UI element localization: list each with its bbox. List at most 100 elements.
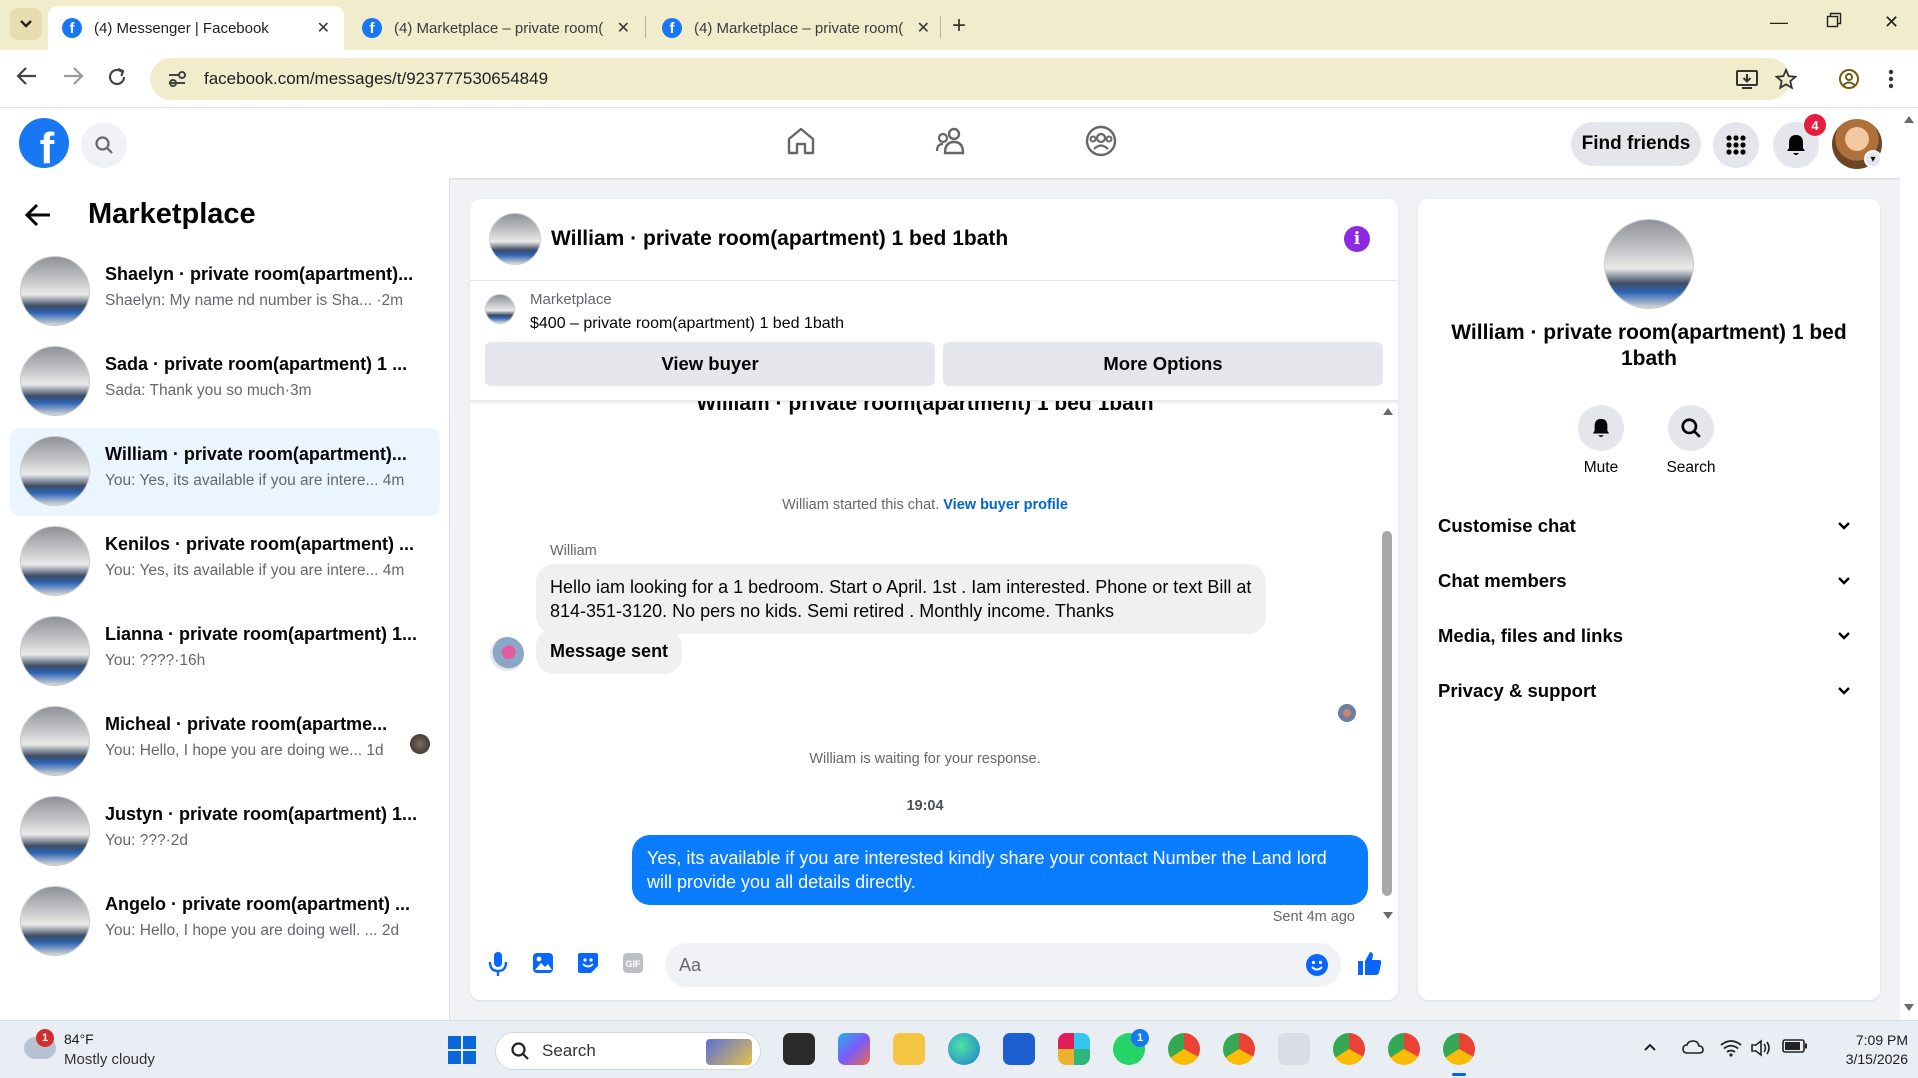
close-window-button[interactable]: ✕ <box>1884 12 1899 33</box>
message-sent-bubble[interactable]: Message sent <box>536 628 683 674</box>
message-input-container[interactable] <box>665 943 1341 987</box>
emoji-icon[interactable] <box>1305 953 1329 977</box>
chat-listing-avatar[interactable] <box>489 213 541 265</box>
search-in-conversation-button[interactable] <box>1668 405 1714 451</box>
scroll-down-arrow-icon[interactable] <box>1382 911 1394 921</box>
chrome-icon[interactable] <box>1168 1033 1200 1065</box>
outgoing-message-bubble[interactable]: Yes, its available if you are interested… <box>632 835 1368 905</box>
friends-nav-button[interactable] <box>934 124 968 163</box>
listing-price-title[interactable]: $400 – private room(apartment) 1 bed 1ba… <box>530 315 844 333</box>
mute-action[interactable]: Mute <box>1561 405 1641 477</box>
view-buyer-button[interactable]: View buyer <box>485 342 935 386</box>
message-input[interactable] <box>679 949 1279 981</box>
restore-window-button[interactable] <box>1826 12 1842 33</box>
minimize-window-button[interactable]: — <box>1770 12 1788 33</box>
close-tab-icon[interactable]: ✕ <box>617 18 630 38</box>
wifi-tray-icon[interactable] <box>1720 1039 1742 1062</box>
reload-button[interactable] <box>106 66 128 94</box>
conversation-item[interactable]: Angelo · private room(apartment) ... You… <box>10 878 440 966</box>
browser-menu-button[interactable] <box>1888 68 1894 95</box>
privacy-support-section[interactable]: Privacy & support <box>1438 671 1860 711</box>
groups-nav-button[interactable] <box>1084 124 1118 163</box>
conversation-item-selected[interactable]: William · private room(apartment)... You… <box>10 428 440 516</box>
snipping-tool-icon[interactable] <box>1278 1033 1310 1065</box>
more-options-button[interactable]: More Options <box>943 342 1383 386</box>
thread-scrollbar-thumb[interactable] <box>1382 531 1392 896</box>
conversation-item[interactable]: Justyn · private room(apartment) 1... Yo… <box>10 788 440 876</box>
tab-search-button[interactable] <box>10 8 42 40</box>
page-scroll-up-arrow-icon[interactable] <box>1903 114 1915 124</box>
address-bar[interactable]: facebook.com/messages/t/923777530654849 <box>150 58 1790 100</box>
conversation-item[interactable]: Sada · private room(apartment) 1 ... Sad… <box>10 338 440 426</box>
page-scroll-down-arrow-icon[interactable] <box>1903 1003 1915 1013</box>
chat-members-section[interactable]: Chat members <box>1438 561 1860 601</box>
install-app-button[interactable] <box>1735 68 1759 95</box>
chat-title[interactable]: William · private room(apartment) 1 bed … <box>551 227 1008 251</box>
taskbar-search[interactable]: Search <box>495 1032 761 1070</box>
conversation-item[interactable]: Kenilos · private room(apartment) ... Yo… <box>10 518 440 606</box>
conversation-name: Shaelyn · private room(apartment)... <box>105 264 414 284</box>
forward-button[interactable] <box>62 66 84 92</box>
chrome-profile-icon[interactable] <box>1388 1033 1420 1065</box>
page-scrollbar[interactable] <box>1900 108 1918 1020</box>
customise-chat-section[interactable]: Customise chat <box>1438 506 1860 546</box>
mute-button[interactable] <box>1578 405 1624 451</box>
microsoft-store-icon[interactable] <box>1003 1033 1035 1065</box>
battery-tray-icon[interactable] <box>1782 1039 1808 1058</box>
volume-tray-icon[interactable] <box>1750 1039 1772 1062</box>
search-action[interactable]: Search <box>1651 405 1731 477</box>
slack-icon[interactable] <box>1058 1033 1090 1065</box>
thumbs-up-icon[interactable] <box>1355 949 1383 977</box>
close-tab-icon[interactable]: ✕ <box>917 18 930 38</box>
menu-button[interactable] <box>1713 122 1759 168</box>
home-nav-button[interactable] <box>784 124 818 163</box>
edge-browser-icon[interactable] <box>948 1033 980 1065</box>
microphone-icon[interactable] <box>488 951 508 977</box>
facebook-logo[interactable]: f <box>19 118 69 168</box>
listing-small-thumbnail[interactable] <box>485 294 515 324</box>
close-tab-icon[interactable]: ✕ <box>317 18 330 38</box>
sticker-icon[interactable] <box>576 951 600 975</box>
chrome-profile-icon[interactable] <box>1223 1033 1255 1065</box>
onedrive-tray-icon[interactable] <box>1682 1039 1704 1060</box>
chrome-active-icon[interactable] <box>1443 1033 1475 1076</box>
incoming-message-bubble[interactable]: Hello iam looking for a 1 bedroom. Start… <box>536 564 1266 634</box>
conversation-info-button[interactable]: i <box>1344 226 1370 252</box>
browser-tab-marketplace-1[interactable]: f (4) Marketplace – private room( ✕ <box>348 6 644 50</box>
listing-thumbnail <box>20 346 90 416</box>
conversation-item[interactable]: Lianna · private room(apartment) 1... Yo… <box>10 608 440 696</box>
scroll-up-arrow-icon[interactable] <box>1382 406 1394 416</box>
conversation-item[interactable]: Shaelyn · private room(apartment)... Sha… <box>10 248 440 336</box>
site-info-icon[interactable] <box>166 68 188 90</box>
new-tab-button[interactable]: + <box>952 12 966 40</box>
tab-divider <box>645 16 646 38</box>
browser-tab-messenger[interactable]: f (4) Messenger | Facebook ✕ <box>48 6 344 50</box>
facebook-search-button[interactable] <box>81 122 127 168</box>
chrome-profile-icon[interactable] <box>1333 1033 1365 1065</box>
system-clock[interactable]: 7:09 PM 3/15/2026 <box>1828 1031 1908 1069</box>
back-button[interactable] <box>16 66 38 92</box>
m365-app-icon[interactable] <box>838 1033 870 1065</box>
find-friends-button[interactable]: Find friends <box>1571 122 1701 166</box>
account-menu-chevron-icon[interactable]: ▾ <box>1864 150 1882 168</box>
browser-tab-marketplace-2[interactable]: f (4) Marketplace – private room( ✕ <box>648 6 944 50</box>
conversation-item[interactable]: Micheal · private room(apartme... You: H… <box>10 698 440 786</box>
task-view-app-icon[interactable] <box>783 1033 815 1065</box>
url-text[interactable]: facebook.com/messages/t/923777530654849 <box>204 69 548 89</box>
section-label: Privacy & support <box>1438 680 1597 701</box>
message-composer: GIF <box>470 931 1398 1000</box>
bookmark-button[interactable] <box>1774 67 1798 95</box>
tab-title: (4) Messenger | Facebook <box>94 19 269 37</box>
profile-button[interactable] <box>1838 68 1860 95</box>
speaker-icon <box>1751 1039 1770 1057</box>
show-hidden-icons-button[interactable] <box>1643 1039 1657 1057</box>
media-files-links-section[interactable]: Media, files and links <box>1438 616 1860 656</box>
start-button[interactable] <box>448 1036 476 1064</box>
info-listing-avatar[interactable] <box>1604 219 1694 309</box>
file-explorer-icon[interactable] <box>893 1033 925 1065</box>
photo-icon[interactable] <box>531 951 555 975</box>
gif-icon[interactable]: GIF <box>621 951 645 975</box>
sender-avatar[interactable] <box>490 637 524 671</box>
view-buyer-profile-link[interactable]: View buyer profile <box>943 497 1068 513</box>
back-arrow-icon[interactable] <box>24 202 52 228</box>
